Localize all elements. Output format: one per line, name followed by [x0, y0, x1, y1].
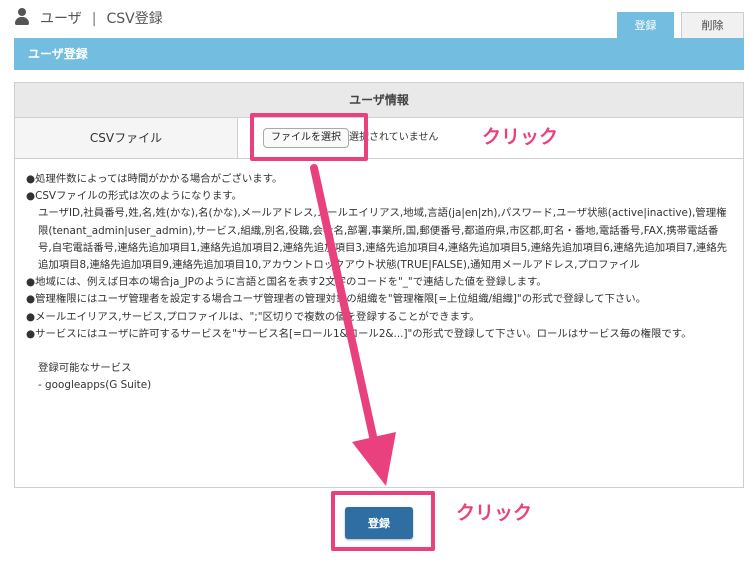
info-line: ●サービスにはユーザに許可するサービスを"サービス名[=ロール1&ロール2&..…: [26, 327, 692, 340]
breadcrumb: ユーザ | CSV登録: [40, 8, 163, 28]
info-line: ●CSVファイルの形式は次のようになります。: [26, 190, 243, 203]
breadcrumb-section: ユーザ: [40, 11, 82, 27]
tab-delete[interactable]: 削除: [681, 12, 744, 38]
csv-format-line: ユーザID,社員番号,姓,名,姓(かな),名(かな),メールアドレス,メールエイ…: [38, 207, 728, 272]
callout-click-submit: クリック: [456, 502, 533, 524]
highlight-file-button: [250, 113, 368, 161]
info-spacer: [26, 343, 730, 360]
info-line: ●処理件数によっては時間がかかる場合がございます。: [26, 173, 283, 185]
tab-register[interactable]: 登録: [617, 12, 674, 38]
info-line: ●地域には、例えば日本の場合ja_JPのように言語と国名を表す2文字のコードを"…: [26, 276, 547, 289]
page-header: ユーザ | CSV登録 登録 削除: [0, 0, 756, 42]
highlight-submit-button: [331, 491, 435, 551]
panel-title: ユーザ情報: [15, 83, 743, 118]
info-line: ●メールエイリアス,サービス,プロファイルは、";"区切りで複数の値を登録するこ…: [26, 310, 480, 323]
callout-click-file: クリック: [482, 126, 559, 148]
csv-file-label: CSVファイル: [15, 118, 238, 158]
csv-file-row: CSVファイル ファイルを選択 選択されていません: [15, 118, 743, 159]
info-text: ●処理件数によっては時間がかかる場合がございます。 ●CSVファイルの形式は次の…: [26, 171, 730, 395]
info-line: ●管理権限にはユーザ管理者を設定する場合ユーザ管理者の管理対象の組織を"管理権限…: [26, 293, 647, 306]
services-heading: 登録可能なサービス: [38, 362, 132, 375]
service-item: - googleapps(G Suite): [38, 379, 152, 392]
breadcrumb-page: CSV登録: [106, 11, 163, 27]
user-icon: [14, 8, 30, 26]
breadcrumb-separator: |: [91, 11, 97, 27]
section-title: ユーザ登録: [14, 38, 744, 70]
